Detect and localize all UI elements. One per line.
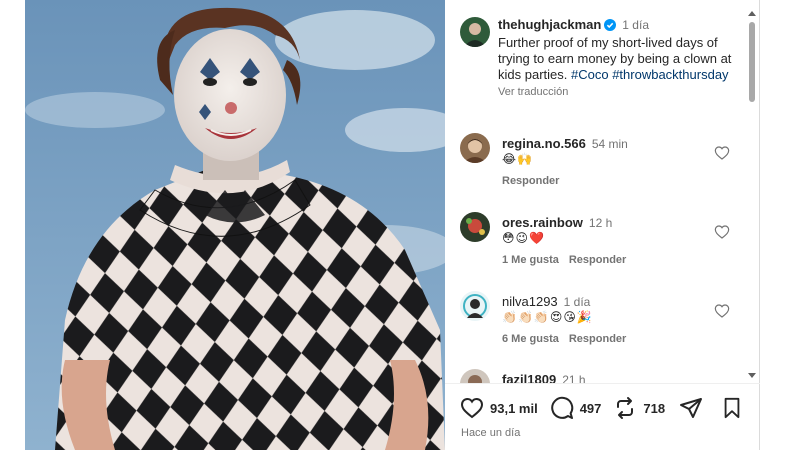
comment-icon [551, 396, 573, 419]
clown-photo-illustration [25, 0, 445, 450]
post-date[interactable]: Hace un día [461, 427, 520, 439]
post-caption: thehughjackman 1 día Further proof of my … [498, 17, 738, 100]
commenter-avatar[interactable] [460, 291, 490, 321]
actions-divider [445, 383, 760, 384]
comment-text: 😂🙌 [502, 152, 533, 166]
comment-text: 👏🏻👏🏻👏🏻😍😘🎉 [502, 310, 593, 324]
reposts-count: 718 [643, 400, 666, 416]
reply-button[interactable]: Responder [502, 175, 559, 187]
comment-button[interactable]: 497 [550, 396, 602, 420]
share-icon [680, 398, 703, 418]
comment-likes-count[interactable]: 6 Me gusta [502, 333, 559, 345]
commenter-username[interactable]: ores.rainbow [502, 215, 583, 230]
repost-icon [617, 397, 634, 419]
scrollbar-thumb[interactable] [749, 22, 755, 102]
commenter-username[interactable]: regina.no.566 [502, 136, 586, 151]
reply-button[interactable]: Responder [569, 333, 626, 345]
comment-text: 😳😉❤️ [502, 231, 545, 245]
share-button[interactable] [679, 396, 709, 420]
repost-button[interactable]: 718 [613, 396, 665, 420]
verified-badge-icon [604, 19, 617, 35]
commenter-username[interactable]: nilva1293 [502, 294, 558, 309]
scroll-down-arrow-icon[interactable] [748, 371, 756, 379]
page-backdrop-right [760, 0, 800, 450]
post-time[interactable]: 1 día [622, 18, 649, 32]
like-button[interactable]: 93,1 mil [460, 396, 538, 420]
commenter-avatar[interactable] [460, 369, 490, 383]
commenter-avatar[interactable] [460, 212, 490, 242]
comment-item: nilva1293 1 día 👏🏻👏🏻👏🏻😍😘🎉 6 Me gusta Respo… [445, 291, 760, 371]
comment-item: ores.rainbow 12 h 😳😉❤️ 1 Me gusta Responde… [445, 212, 760, 292]
post-image [25, 0, 445, 450]
comment-like-heart-icon[interactable] [714, 303, 730, 319]
comment-time[interactable]: 12 h [589, 216, 612, 230]
comment-item: fazil1809 21 h [445, 369, 760, 383]
commenter-avatar[interactable] [460, 133, 490, 163]
author-avatar-image [460, 17, 490, 47]
see-translation-link[interactable]: Ver traducción [498, 84, 738, 100]
comments-scroll-area[interactable]: thehughjackman 1 día Further proof of my … [445, 0, 760, 383]
hashtag-coco[interactable]: #Coco [571, 67, 609, 82]
comment-like-heart-icon[interactable] [714, 224, 730, 240]
comment-like-heart-icon[interactable] [714, 145, 730, 161]
post-details-panel: thehughjackman 1 día Further proof of my … [445, 0, 760, 450]
page-backdrop-left [0, 0, 25, 450]
post-action-bar: 93,1 mil 497 718 [460, 395, 721, 421]
caption-body: Further proof of my short-lived days of … [498, 35, 738, 83]
comment-likes-count[interactable]: 1 Me gusta [502, 254, 559, 266]
comments-scrollbar[interactable] [745, 0, 759, 383]
scroll-up-arrow-icon[interactable] [748, 10, 756, 18]
heart-icon [460, 397, 484, 419]
hashtag-throwbackthursday[interactable]: #throwbackthursday [612, 67, 728, 82]
save-button[interactable] [721, 397, 743, 424]
comment-time[interactable]: 1 día [564, 295, 591, 309]
bookmark-icon [724, 397, 740, 419]
comment-item: regina.no.566 54 min 😂🙌 Responder [445, 133, 760, 213]
likes-count: 93,1 mil [490, 400, 538, 416]
author-username[interactable]: thehughjackman [498, 17, 601, 32]
commenter-username[interactable]: fazil1809 [502, 372, 556, 383]
comment-time[interactable]: 21 h [562, 373, 585, 383]
comments-count: 497 [579, 400, 602, 416]
reply-button[interactable]: Responder [569, 254, 626, 266]
author-avatar[interactable] [460, 17, 490, 47]
comment-time[interactable]: 54 min [592, 137, 628, 151]
